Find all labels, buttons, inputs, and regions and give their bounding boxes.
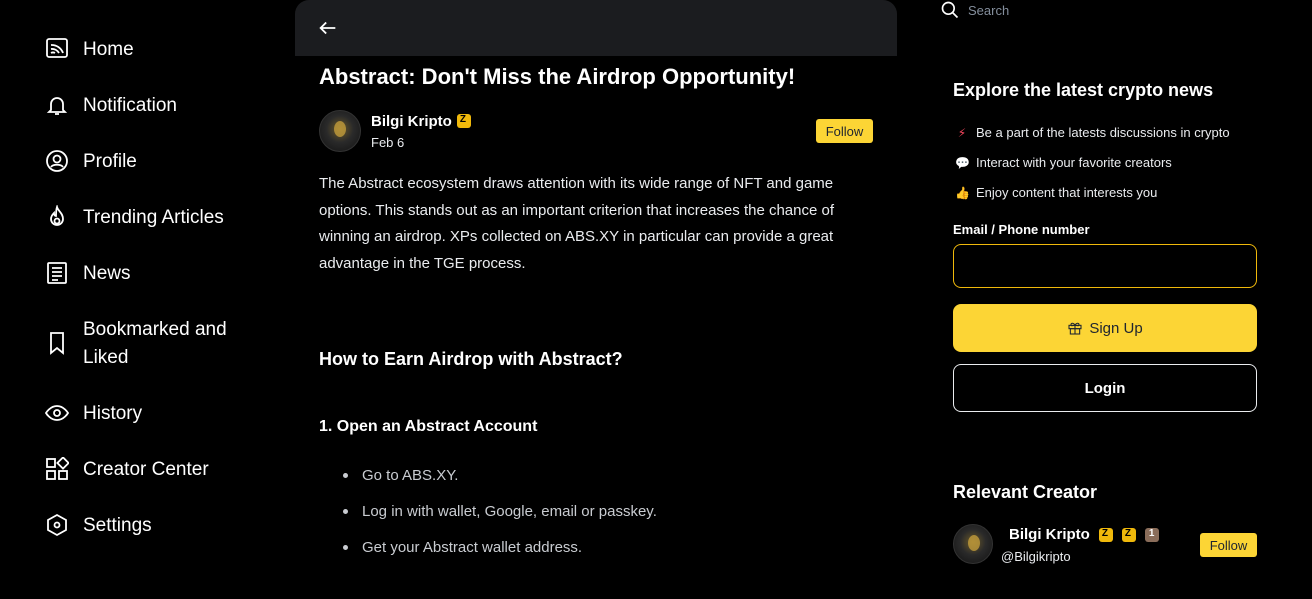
nav-item-trending-articles[interactable]: Trending Articles [44,204,224,232]
gift-icon [1068,322,1082,335]
nav-label-bookmarked-and-liked: Bookmarked and Liked [83,319,227,368]
search-icon [941,1,959,19]
home-screen-icon [44,36,70,62]
nav-label-profile: Profile [83,151,137,172]
login-button[interactable]: Login [953,364,1257,412]
search-input[interactable] [966,1,1170,19]
creator-badge-icon [1121,527,1136,542]
list-item: Go to ABS.XY. [335,464,657,500]
nav-item-settings[interactable]: Settings [44,512,152,540]
nav-label-creator-center: Creator Center [83,459,209,480]
lightning-icon: ⚡ [957,125,967,140]
nav-label-history: History [83,403,143,424]
promo-item-text: Enjoy content that interests you [976,185,1158,200]
promo-item: 💬 Interact with your favorite creators [955,155,1172,170]
nav-item-history[interactable]: History [44,400,142,428]
avatar[interactable] [319,110,361,152]
article-column: Abstract: Don't Miss the Airdrop Opportu… [295,0,897,599]
author-name-row: Bilgi Kripto [371,113,471,130]
nav-label-home: Home [83,39,134,60]
settings-icon [44,512,70,538]
article-author: Bilgi Kripto Feb 6 [319,110,471,152]
relevant-creator-name-row: Bilgi Kripto [1009,526,1159,543]
promo-item: ⚡ Be a part of the latests discussions i… [955,125,1230,140]
list-item: Get your Abstract wallet address. [335,536,657,572]
search-bar [940,0,1170,20]
nav-label-settings: Settings [83,515,152,536]
promo-item-text: Be a part of the latests discussions in … [976,125,1230,140]
verified-badge-icon [1098,527,1113,542]
news-icon [44,260,70,286]
article-date: Feb 6 [371,134,405,150]
author-name[interactable]: Bilgi Kripto [371,113,452,130]
speech-bubble-icon: 💬 [955,155,970,170]
signup-label: Sign Up [1089,319,1143,337]
article-subheading: 1. Open an Abstract Account [319,418,538,435]
relevant-creator-title: Relevant Creator [953,482,1098,502]
relevant-creator-name[interactable]: Bilgi Kripto [1009,526,1090,543]
article-topbar [295,0,897,56]
nav-item-bookmarked-and-liked[interactable]: Bookmarked and Liked [44,316,253,372]
article-heading: How to Earn Airdrop with Abstract? [319,349,623,369]
article-title: Abstract: Don't Miss the Airdrop Opportu… [319,64,796,89]
grid-icon [44,456,70,482]
nav-label-news: News [83,263,131,284]
eye-icon [44,400,70,426]
nav-item-creator-center[interactable]: Creator Center [44,456,209,484]
email-label: Email / Phone number [953,222,1090,237]
nav-item-profile[interactable]: Profile [44,148,137,176]
relevant-follow-button[interactable]: Follow [1200,533,1257,557]
signup-button[interactable]: Sign Up [953,304,1257,352]
bell-icon [44,92,70,118]
bookmark-icon [44,330,70,356]
thumbs-up-icon: 👍 [955,185,970,200]
level-badge-icon [1144,527,1159,542]
promo-title: Explore the latest crypto news [953,80,1214,100]
arrow-left-icon [319,21,336,35]
nav-label-trending-articles: Trending Articles [83,207,224,228]
sidebar-nav: Home Notification Profile Trending Artic… [0,0,290,599]
avatar[interactable] [953,524,993,564]
list-item: Log in with wallet, Google, email or pas… [335,500,657,536]
promo-item-text: Interact with your favorite creators [976,155,1172,170]
nav-label-notification: Notification [83,95,177,116]
relevant-creator-handle: @Bilgikripto [1001,549,1071,564]
email-field[interactable] [953,244,1257,288]
nav-item-news[interactable]: News [44,260,131,288]
back-button[interactable] [317,17,341,39]
nav-item-notification[interactable]: Notification [44,92,177,120]
follow-button[interactable]: Follow [816,119,873,143]
verified-badge-icon [456,114,471,128]
nav-item-home[interactable]: Home [44,36,134,64]
user-icon [44,148,70,174]
article-bullet-list: Go to ABS.XY. Log in with wallet, Google… [335,464,657,572]
flame-icon [44,204,70,230]
promo-item: 👍 Enjoy content that interests you [955,185,1157,200]
author-meta: Bilgi Kripto Feb 6 [371,113,471,150]
article-paragraph: The Abstract ecosystem draws attention w… [319,175,835,272]
